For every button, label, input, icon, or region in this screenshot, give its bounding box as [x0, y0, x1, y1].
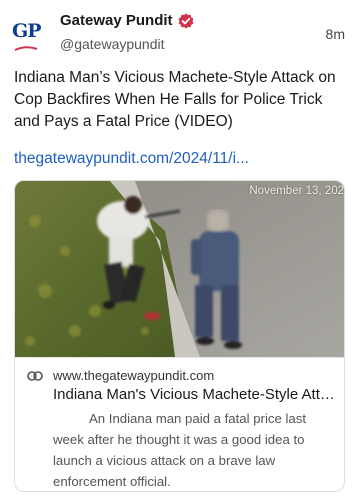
avatar[interactable]: GP	[12, 18, 48, 54]
preview-title[interactable]: Indiana Man's Vicious Machete-Style Atta…	[53, 386, 343, 403]
link-preview-card[interactable]: November 13, 202 www.thegatewaypundit.co…	[14, 180, 345, 492]
post-link[interactable]: thegatewaypundit.com/2024/11/i...	[14, 150, 344, 168]
author-name-row[interactable]: Gateway Pundit	[60, 12, 194, 29]
link-icon	[27, 371, 43, 381]
preview-domain: www.thegatewaypundit.com	[53, 368, 215, 383]
post-text: Indiana Man’s Vicious Machete-Style Atta…	[14, 69, 336, 130]
avatar-logo-text: GP	[12, 20, 41, 42]
post-card[interactable]: GP Gateway Pundit @gatewaypundit 8m Indi…	[0, 0, 359, 500]
link-preview-details[interactable]: www.thegatewaypundit.com Indiana Man's V…	[15, 357, 344, 491]
video-frame-image	[15, 181, 344, 357]
account-handle[interactable]: @gatewaypundit	[60, 36, 165, 52]
video-date-stamp: November 13, 202	[249, 185, 344, 197]
display-name[interactable]: Gateway Pundit	[60, 12, 173, 29]
verified-badge-icon	[178, 13, 193, 28]
video-thumbnail[interactable]: November 13, 202	[15, 181, 344, 357]
logo-swoosh-icon	[14, 46, 38, 51]
post-timestamp[interactable]: 8m	[326, 26, 345, 42]
preview-description: An Indiana man paid a fatal price last w…	[53, 411, 306, 489]
